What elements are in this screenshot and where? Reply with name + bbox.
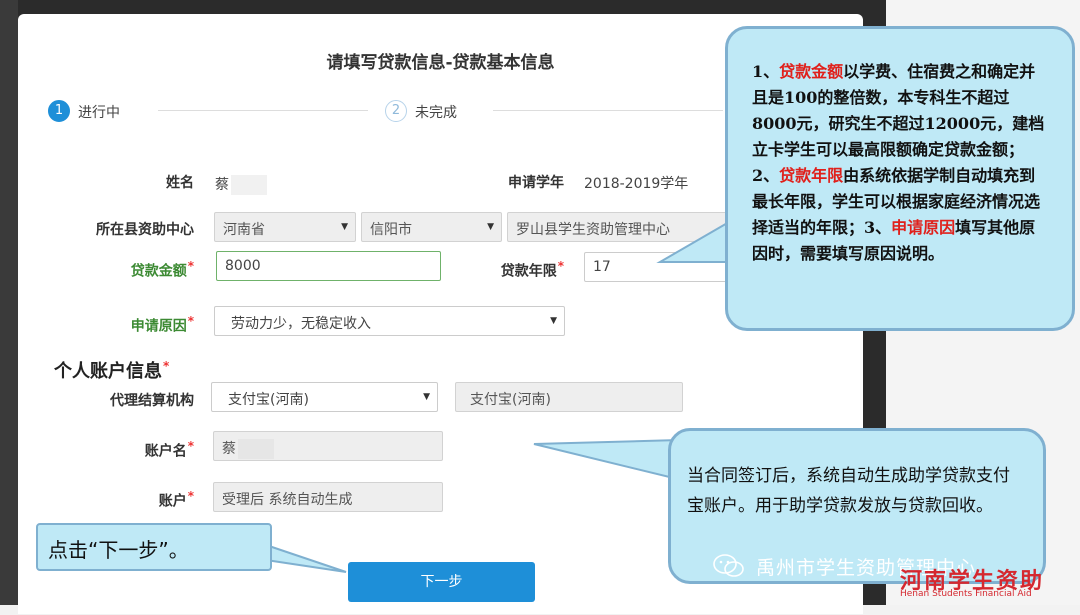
chevron-down-icon: ▼	[487, 222, 494, 232]
account-section-title: 个人账户信息*	[54, 359, 170, 382]
city-select[interactable]: 信阳市 ▼	[361, 212, 502, 242]
step-2-icon: 2	[385, 100, 407, 122]
logo-subtitle: Henan Students Financial Aid	[900, 589, 1032, 599]
account-field: 受理后 系统自动生成	[213, 482, 443, 512]
name-label: 姓名	[166, 175, 194, 191]
agent-label: 代理结算机构	[110, 393, 194, 409]
reason-label: 申请原因*	[130, 314, 194, 335]
county-select[interactable]: 罗山县学生资助管理中心	[507, 212, 732, 242]
step-2-label: 未完成	[415, 105, 457, 121]
agent-display-field: 支付宝(河南)	[455, 382, 683, 412]
instruction-callout-bottom: 点击“下一步”。	[36, 523, 272, 571]
term-input[interactable]: 17	[584, 252, 734, 282]
left-edge	[0, 0, 18, 615]
wechat-icon	[712, 553, 746, 579]
chevron-down-icon: ▼	[423, 392, 430, 402]
account-name-field: 蔡	[213, 431, 443, 461]
step-connector-2	[493, 110, 723, 111]
chevron-down-icon: ▼	[341, 222, 348, 232]
name-value: 蔡	[215, 174, 267, 195]
instruction-callout-top: 1、贷款金额以学费、住宿费之和确定并且是100的整倍数，本专科生不超过8000元…	[725, 26, 1075, 331]
step-1-label: 进行中	[78, 105, 120, 121]
term-label: 贷款年限*	[500, 259, 564, 280]
agent-select[interactable]: 支付宝(河南) ▼	[211, 382, 438, 412]
step-connector	[158, 110, 368, 111]
year-label: 申请学年	[508, 175, 564, 191]
province-select[interactable]: 河南省 ▼	[214, 212, 356, 242]
account-label: 账户*	[158, 489, 194, 510]
center-label: 所在县资助中心	[96, 222, 194, 238]
amount-input[interactable]: 8000	[216, 251, 441, 281]
step-1-icon: 1	[48, 100, 70, 122]
chevron-down-icon: ▼	[550, 316, 557, 326]
amount-label: 贷款金额*	[130, 259, 194, 280]
year-value: 2018-2019学年	[584, 176, 689, 192]
reason-select[interactable]: 劳动力少，无稳定收入 ▼	[214, 306, 565, 336]
account-name-label: 账户名*	[144, 439, 194, 460]
next-step-button[interactable]: 下一步	[348, 562, 535, 602]
